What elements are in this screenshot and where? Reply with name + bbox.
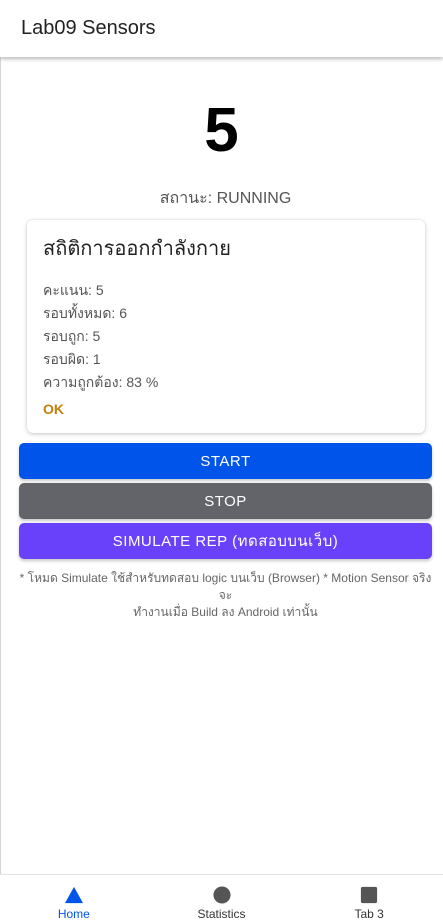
square-icon — [361, 886, 378, 904]
circle-shape — [212, 886, 231, 904]
app-title: Lab09 Sensors — [21, 17, 156, 39]
square-shape — [361, 886, 378, 904]
stat-wrong-reps: รอบผิด: 1 — [43, 351, 101, 367]
tab-3-label: Tab 3 — [354, 907, 384, 921]
bottom-tab-bar: Home Statistics Tab 3 — [0, 874, 443, 921]
stat-accuracy: ความถูกต้อง: 83 % — [43, 374, 159, 390]
tab-statistics[interactable]: Statistics — [148, 875, 296, 921]
tab-3[interactable]: Tab 3 — [295, 875, 443, 921]
stats-card: สถิติการออกกำลังกาย คะแนน: 5 รอบทั้งหมด:… — [27, 220, 425, 433]
stat-correct-reps: รอบถูก: 5 — [43, 328, 101, 344]
simulate-note: * โหมด Simulate ใช้สำหรับทดสอบ logic บนเ… — [14, 570, 437, 621]
stop-button[interactable]: STOP — [19, 483, 432, 519]
simulate-note-line-1: * โหมด Simulate ใช้สำหรับทดสอบ logic บนเ… — [19, 571, 432, 602]
tab-statistics-label: Statistics — [197, 907, 246, 921]
tab-home[interactable]: Home — [0, 875, 148, 921]
tab-home-label: Home — [57, 907, 90, 921]
circle-icon — [212, 886, 231, 904]
grade-badge: OK — [43, 401, 64, 417]
status-text: สถานะ: RUNNING — [159, 190, 292, 207]
simulate-rep-button[interactable]: SIMULATE REP (ทดสอบบนเว็บ) — [19, 523, 432, 559]
triangle-icon — [64, 886, 83, 904]
start-button[interactable]: START — [19, 443, 432, 479]
stat-total-reps: รอบทั้งหมด: 6 — [43, 305, 127, 321]
stats-card-title: สถิติการออกกำลังกาย — [43, 238, 231, 260]
app-header: Lab09 Sensors — [0, 0, 443, 57]
stat-score: คะแนน: 5 — [43, 282, 104, 298]
triangle-shape — [64, 886, 83, 904]
rep-counter: 5 — [204, 96, 239, 165]
simulate-note-line-2: ทำงานเมื่อ Build ลง Android เท่านั้น — [133, 605, 318, 619]
